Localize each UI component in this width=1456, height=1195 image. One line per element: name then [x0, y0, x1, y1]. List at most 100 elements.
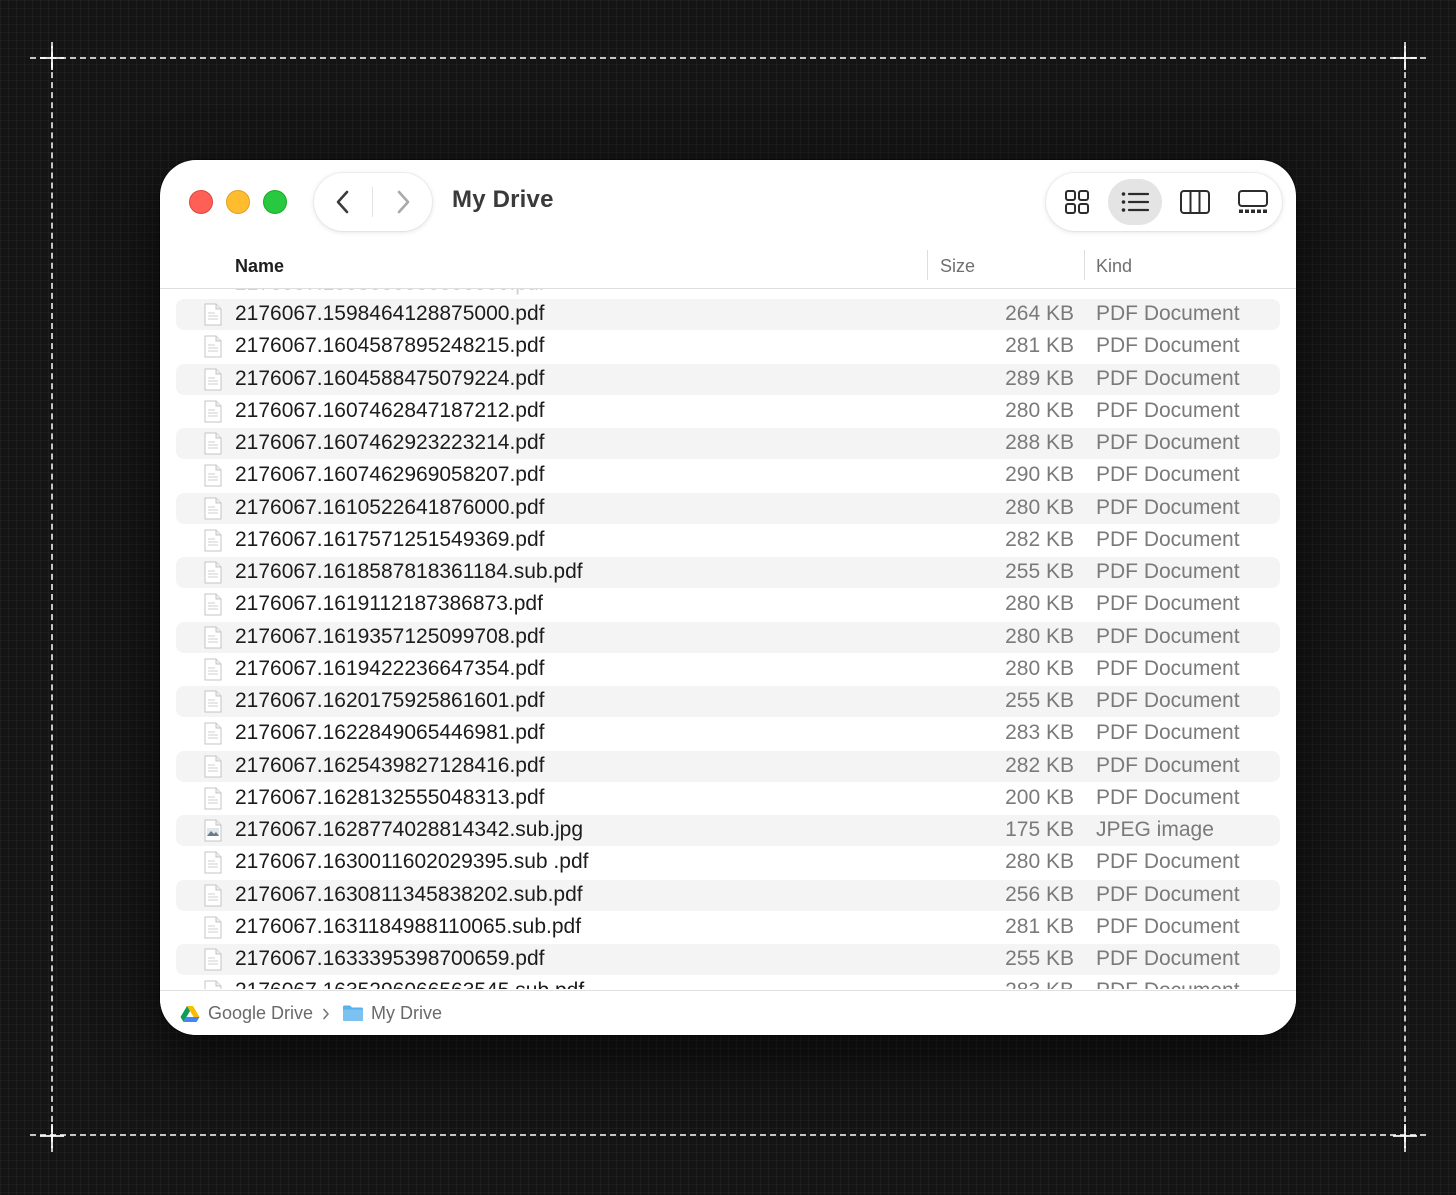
file-kind: PDF Document [1096, 785, 1240, 809]
pdf-file-icon [204, 626, 222, 649]
file-size: 255 KB [1005, 689, 1074, 712]
file-size: 290 KB [1005, 463, 1074, 487]
chevron-right-small-icon [323, 1008, 329, 1020]
table-row[interactable]: 2176067.1618587818361184.sub.pdf 255 KB PD… [176, 557, 1280, 588]
file-name: 2176067.1635296066563545.sub.pdf [235, 979, 584, 989]
guide-line-left [51, 42, 53, 1152]
file-kind: PDF Document [1096, 527, 1240, 551]
pdf-file-icon [204, 335, 222, 358]
file-size: 280 KB [1005, 624, 1074, 648]
table-row[interactable]: 2176067.1635296066563545.sub.pdf 283 KB PD… [176, 976, 1280, 989]
table-row[interactable]: 2176067.1633395398700659.pdf 255 KB PDF Do… [176, 944, 1280, 975]
table-row[interactable]: 2176067.1631184988110065.sub.pdf 281 KB PD… [176, 912, 1280, 943]
table-row[interactable]: 2176067.1622849065446981.pdf 283 KB PDF Do… [176, 718, 1280, 749]
minimize-button[interactable] [226, 190, 250, 214]
column-header-size[interactable]: Size [940, 256, 975, 277]
table-row[interactable]: 2176067.1607462847187212.pdf 280 KB PDF Do… [176, 396, 1280, 427]
file-kind: PDF Document [1096, 431, 1240, 454]
file-name: 2176067.1607462847187212.pdf [235, 398, 545, 422]
file-name: 2176067.1630811345838202.sub.pdf [235, 882, 583, 906]
file-kind: PDF Document [1096, 850, 1240, 874]
forward-button[interactable] [374, 173, 432, 231]
pdf-file-icon [204, 303, 222, 326]
table-row[interactable]: 2176067.1628132555048313.pdf 200 KB PDF Do… [176, 783, 1280, 814]
pdf-file-icon [204, 980, 222, 989]
file-name: 2176067.1607462923223214.pdf [235, 431, 545, 454]
table-row[interactable]: 2176067.1619422236647354.pdf 280 KB PDF Do… [176, 654, 1280, 685]
pdf-file-icon [204, 722, 222, 745]
column-divider[interactable] [927, 250, 928, 280]
table-row[interactable]: 2176067.1598464128875000.pdf 264 KB PDF Do… [176, 299, 1280, 330]
file-kind: PDF Document [1096, 689, 1240, 712]
file-name: 2176067.1610522641876000.pdf [235, 495, 545, 519]
table-row[interactable]: 2176067.1620175925861601.pdf 255 KB PDF Do… [176, 686, 1280, 717]
pdf-file-icon [204, 432, 222, 455]
table-row[interactable]: 2176067.1607462923223214.pdf 288 KB PDF Do… [176, 428, 1280, 459]
file-name: 2176067.1630011602029395.sub .pdf [235, 850, 589, 874]
file-name: 2176067.1619357125099708.pdf [235, 624, 545, 648]
table-row[interactable]: 2176067.1604588475079224.pdf 289 KB PDF Do… [176, 363, 1280, 395]
column-divider[interactable] [1084, 250, 1085, 280]
columns-icon [1180, 190, 1210, 214]
pdf-file-icon [204, 658, 222, 681]
folder-icon [343, 1005, 363, 1021]
google-drive-icon [180, 1006, 200, 1022]
pdf-file-icon [204, 916, 222, 939]
file-list: 2176067.1598000000000000.pdf 2176067.159… [160, 289, 1296, 989]
table-row[interactable]: 2176067.1628774028814342.sub.jpg 175 KB JP… [176, 815, 1280, 846]
pdf-file-icon [204, 851, 222, 874]
file-size: 200 KB [1005, 785, 1074, 809]
crosshair-bottom-right [1393, 1124, 1417, 1148]
table-row[interactable]: 2176067.1604587895248215.pdf 281 KB PDF Do… [176, 331, 1280, 362]
view-mode-group [1046, 173, 1282, 231]
file-kind: PDF Document [1096, 560, 1240, 583]
column-view-button[interactable] [1168, 179, 1222, 225]
file-kind: PDF Document [1096, 398, 1240, 422]
table-row[interactable]: 2176067.1625439827128416.pdf 282 KB PDF Do… [176, 750, 1280, 782]
file-size: 280 KB [1005, 850, 1074, 874]
table-row[interactable]: 2176067.1619357125099708.pdf 280 KB PDF Do… [176, 621, 1280, 653]
pdf-file-icon [204, 948, 222, 971]
path-item-my-drive[interactable]: My Drive [371, 1003, 442, 1024]
path-item-google-drive[interactable]: Google Drive [208, 1003, 313, 1024]
column-header-name[interactable]: Name [235, 256, 284, 277]
icon-view-button[interactable] [1050, 179, 1104, 225]
file-size: 280 KB [1005, 398, 1074, 422]
table-row[interactable]: 2176067.1630811345838202.sub.pdf 256 KB PD… [176, 879, 1280, 911]
table-row[interactable]: 2176067.1610522641876000.pdf 280 KB PDF Do… [176, 492, 1280, 524]
crosshair-top-right [1393, 46, 1417, 70]
file-kind: PDF Document [1096, 592, 1240, 616]
close-button[interactable] [189, 190, 213, 214]
pdf-file-icon [204, 787, 222, 810]
zoom-button[interactable] [263, 190, 287, 214]
crosshair-bottom-left [40, 1124, 64, 1148]
gallery-view-button[interactable] [1226, 179, 1280, 225]
file-size: 283 KB [1005, 979, 1074, 989]
file-size: 282 KB [1005, 753, 1074, 777]
file-name: 2176067.1625439827128416.pdf [235, 753, 545, 777]
file-name: 2176067.1604587895248215.pdf [235, 334, 545, 358]
file-size: 281 KB [1005, 914, 1074, 938]
table-row[interactable]: 2176067.1617571251549369.pdf 282 KB PDF Do… [176, 525, 1280, 556]
file-size: 289 KB [1005, 366, 1074, 390]
table-row[interactable]: 2176067.1619112187386873.pdf 280 KB PDF Do… [176, 589, 1280, 620]
file-name-partial: 2176067.1598000000000000.pdf [235, 289, 544, 296]
file-kind: PDF Document [1096, 495, 1240, 519]
chevron-right-icon [397, 190, 410, 214]
file-size: 280 KB [1005, 656, 1074, 680]
back-button[interactable] [314, 173, 372, 231]
table-row[interactable]: 2176067.1607462969058207.pdf 290 KB PDF Do… [176, 460, 1280, 491]
file-name: 2176067.1619112187386873.pdf [235, 592, 543, 616]
file-kind: JPEG image [1096, 818, 1214, 841]
jpeg-file-icon [204, 819, 222, 842]
column-header-kind[interactable]: Kind [1096, 256, 1132, 277]
pdf-file-icon [204, 368, 222, 391]
table-row[interactable]: 2176067.1630011602029395.sub .pdf 280 KB P… [176, 847, 1280, 878]
pdf-file-icon [204, 755, 222, 778]
toolbar: My Drive [160, 160, 1296, 244]
file-name: 2176067.1622849065446981.pdf [235, 721, 545, 745]
pdf-file-icon [204, 561, 222, 584]
pdf-file-icon [204, 529, 222, 552]
path-bar: Google Drive My Drive [160, 990, 1296, 1035]
list-view-button[interactable] [1108, 179, 1162, 225]
